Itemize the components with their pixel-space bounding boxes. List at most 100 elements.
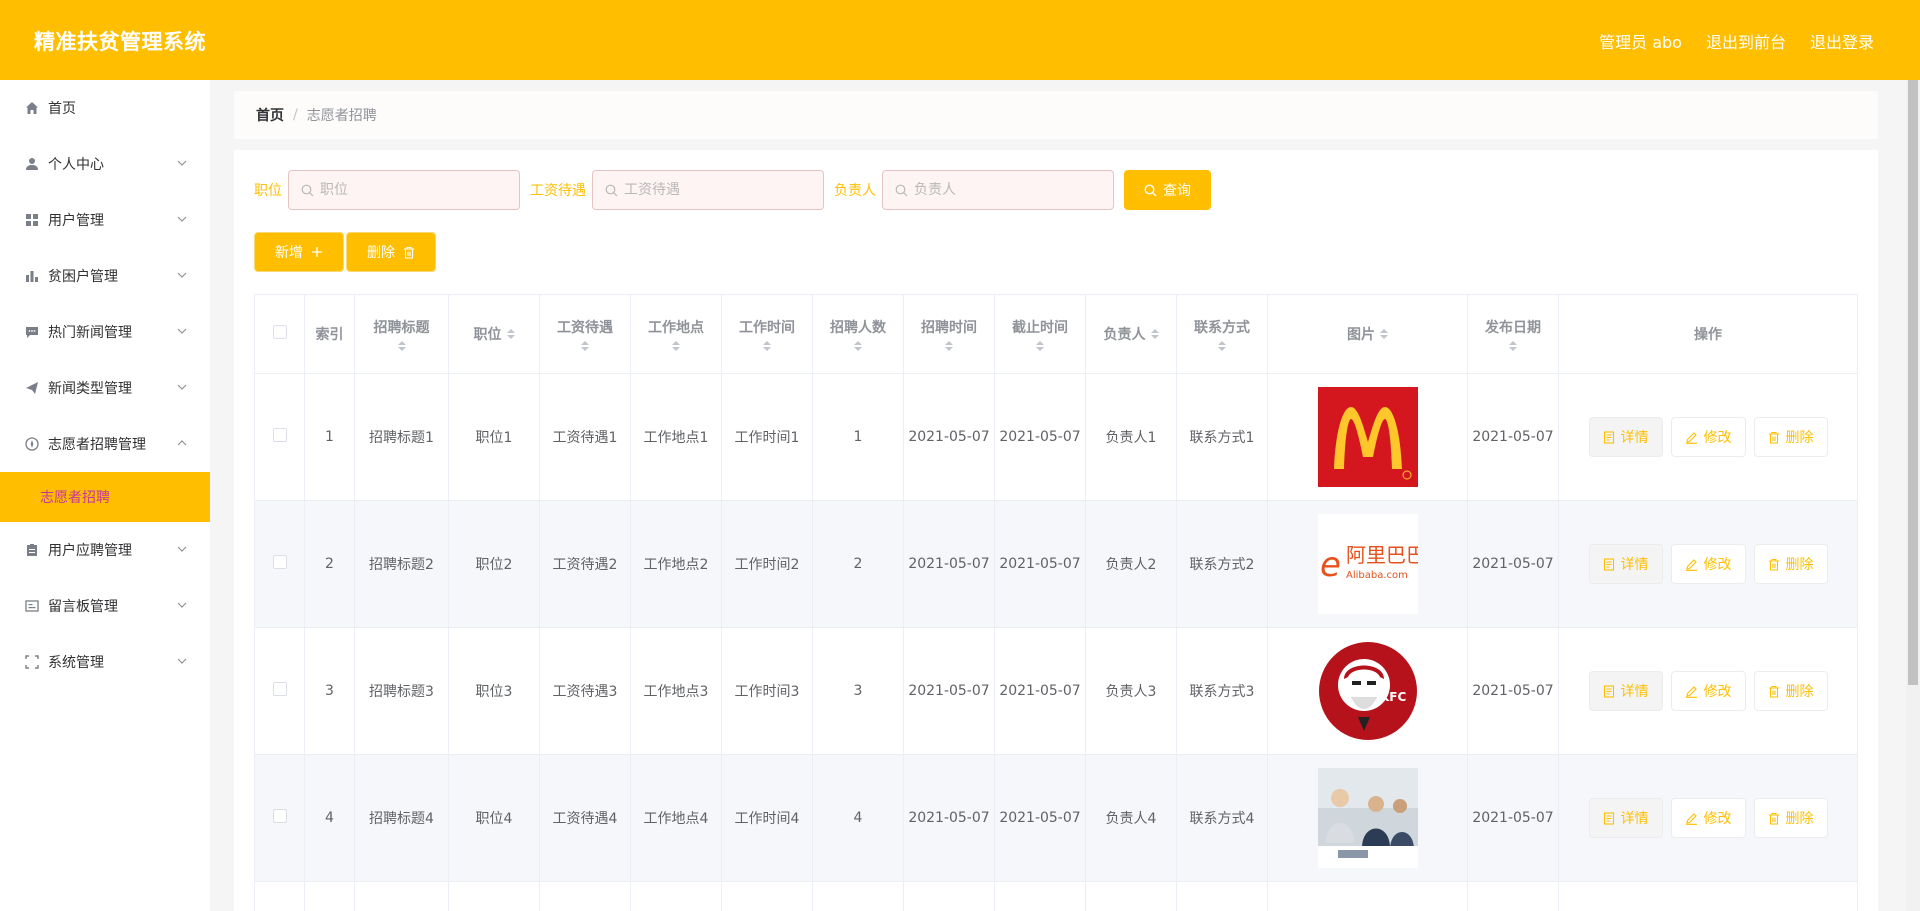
manager-input[interactable] — [914, 182, 1094, 198]
user-icon — [24, 156, 40, 172]
col-header[interactable]: 图片 — [1267, 294, 1468, 374]
select-all-checkbox[interactable] — [272, 325, 287, 339]
sidebar-item-applications[interactable]: 用户应聘管理 — [0, 522, 210, 578]
cell-worktime: 工作时间4 — [721, 754, 813, 882]
col-header[interactable]: 招聘人数 — [812, 294, 904, 374]
col-header[interactable]: 招聘标题 — [354, 294, 449, 374]
detail-label: 详情 — [1620, 684, 1649, 700]
sidebar-item-personal[interactable]: 个人中心 — [0, 136, 210, 192]
sort-icon[interactable] — [672, 341, 680, 351]
add-button[interactable]: 新增 — [254, 232, 344, 272]
alibaba-cn-text: 阿里巴巴 — [1346, 543, 1418, 567]
cell-location: 工作地点2 — [630, 500, 722, 628]
col-header[interactable]: 截止时间 — [994, 294, 1086, 374]
header-links: 管理员 abo 退出到前台 退出登录 — [1599, 29, 1874, 53]
sidebar-item-home[interactable]: 首页 — [0, 80, 210, 136]
chevron-down-icon — [177, 658, 187, 664]
page-scrollbar[interactable] — [1906, 80, 1920, 911]
sort-icon[interactable] — [1036, 341, 1044, 351]
table-header-row: 索引 招聘标题 职位 工资待遇 工作地点 工作时间 招聘人数 招聘时间 截止时间… — [254, 294, 1858, 374]
cell-count: 2 — [812, 500, 904, 628]
salary-input[interactable] — [624, 182, 804, 198]
col-header[interactable]: 索引 — [304, 294, 355, 374]
document-icon — [1603, 811, 1614, 825]
sidebar-item-users[interactable]: 用户管理 — [0, 192, 210, 248]
sort-icon[interactable] — [1509, 341, 1517, 351]
row-checkbox[interactable] — [272, 428, 287, 442]
delete-button[interactable]: 删除 — [1753, 544, 1828, 584]
logout-link[interactable]: 退出登录 — [1810, 29, 1874, 53]
detail-button[interactable]: 详情 — [1588, 544, 1663, 584]
edit-button[interactable]: 修改 — [1670, 417, 1746, 457]
edit-button[interactable]: 修改 — [1670, 798, 1746, 838]
sidebar-item-label: 用户管理 — [48, 213, 104, 229]
sidebar-subitem-volunteer[interactable]: 志愿者招聘 — [0, 472, 210, 522]
sort-icon[interactable] — [1218, 341, 1226, 351]
kfc-text: KFC — [1380, 690, 1406, 704]
col-header-label: 工资待遇 — [557, 320, 613, 336]
col-header[interactable]: 联系方式 — [1176, 294, 1268, 374]
col-header[interactable]: 负责人 — [1085, 294, 1177, 374]
cell-recruit-time: 2021-05-07 — [903, 627, 995, 755]
detail-button[interactable]: 详情 — [1588, 671, 1663, 711]
delete-button[interactable]: 删除 — [1753, 798, 1828, 838]
edit-button[interactable]: 修改 — [1670, 544, 1746, 584]
cell-deadline: 2021-05-07 — [994, 373, 1086, 501]
edit-icon — [1685, 431, 1697, 444]
detail-button[interactable]: 详情 — [1588, 798, 1663, 838]
cell-title: 招聘标题2 — [354, 500, 449, 628]
sidebar-item-poor-households[interactable]: 贫困户管理 — [0, 248, 210, 304]
sidebar-item-news-types[interactable]: 新闻类型管理 — [0, 360, 210, 416]
sidebar-item-hot-news[interactable]: 热门新闻管理 — [0, 304, 210, 360]
app-title: 精准扶贫管理系统 — [34, 30, 206, 54]
cell-position: 职位2 — [448, 500, 540, 628]
delete-button[interactable]: 删除 — [1753, 417, 1828, 457]
row-checkbox[interactable] — [272, 809, 287, 823]
sidebar-item-system[interactable]: 系统管理 — [0, 634, 210, 690]
cell-position: 职位3 — [448, 627, 540, 755]
sidebar-item-message-board[interactable]: 留言板管理 — [0, 578, 210, 634]
sort-icon[interactable] — [1380, 329, 1388, 339]
sort-icon[interactable] — [854, 341, 862, 351]
row-checkbox[interactable] — [272, 555, 287, 569]
edit-label: 修改 — [1703, 557, 1732, 573]
batch-delete-button[interactable]: 删除 — [346, 232, 436, 272]
cell-index: 4 — [304, 754, 355, 882]
delete-button[interactable]: 删除 — [1753, 671, 1828, 711]
edit-icon — [1685, 685, 1697, 698]
col-header[interactable]: 招聘时间 — [903, 294, 995, 374]
col-header-label: 招聘人数 — [830, 320, 886, 336]
col-header[interactable]: 工作地点 — [630, 294, 722, 374]
admin-name[interactable]: 管理员 abo — [1599, 29, 1682, 53]
sidebar-item-label: 系统管理 — [48, 655, 104, 671]
col-header[interactable]: 工资待遇 — [539, 294, 631, 374]
sidebar-item-volunteer-recruit[interactable]: 志愿者招聘管理 — [0, 416, 210, 472]
edit-button[interactable]: 修改 — [1670, 671, 1746, 711]
scrollbar-thumb[interactable] — [1908, 80, 1918, 685]
cell-ops: 详情 修改 删除 — [1558, 500, 1858, 628]
detail-button[interactable]: 详情 — [1588, 417, 1663, 457]
sort-icon[interactable] — [945, 341, 953, 351]
col-header[interactable]: 职位 — [448, 294, 540, 374]
sort-icon[interactable] — [397, 341, 406, 351]
col-header[interactable]: 工作时间 — [721, 294, 813, 374]
sort-icon[interactable] — [581, 341, 589, 351]
cell-salary: 工资待遇3 — [539, 627, 631, 755]
position-input[interactable] — [320, 182, 500, 198]
chevron-down-icon — [177, 384, 187, 390]
sort-icon[interactable] — [506, 329, 515, 339]
query-button[interactable]: 查询 — [1124, 170, 1211, 210]
position-label: 职位 — [254, 183, 282, 199]
sort-icon[interactable] — [763, 341, 771, 351]
sort-icon[interactable] — [1150, 329, 1159, 339]
col-header-label: 职位 — [473, 327, 502, 343]
delete-label: 删除 — [1785, 557, 1814, 573]
position-search-box — [288, 170, 520, 210]
cell-contact: 联系方式2 — [1176, 500, 1268, 628]
back-to-front-link[interactable]: 退出到前台 — [1706, 29, 1786, 53]
trash-icon — [1768, 812, 1779, 825]
row-checkbox[interactable] — [272, 682, 287, 696]
col-header[interactable]: 发布日期 — [1467, 294, 1559, 374]
detail-label: 详情 — [1620, 557, 1649, 573]
breadcrumb-home[interactable]: 首页 — [256, 105, 284, 125]
